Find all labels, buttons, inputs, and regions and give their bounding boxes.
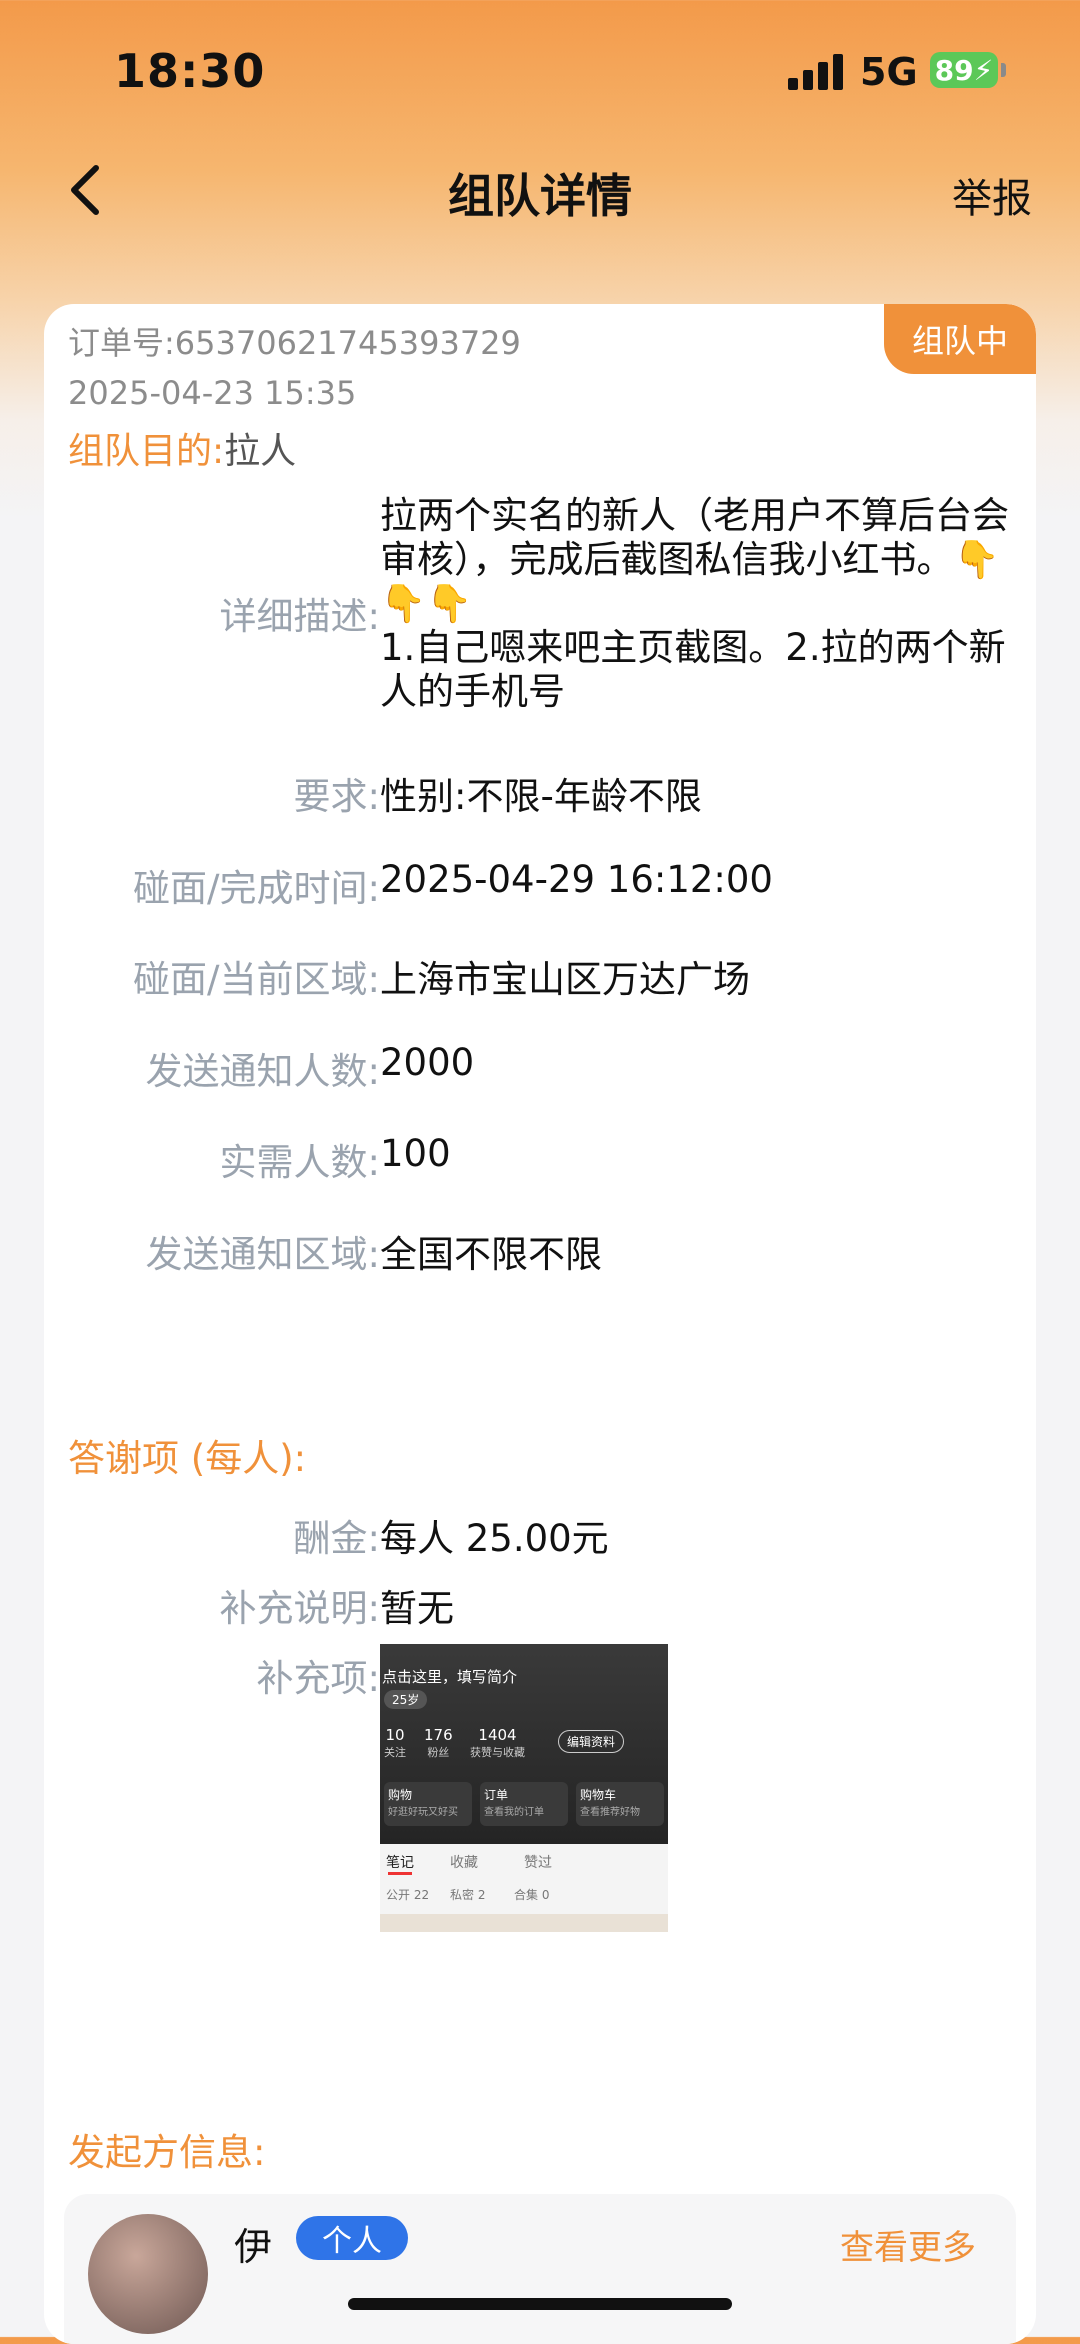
- thumbnail-note-strip: [380, 1914, 668, 1932]
- thumbnail-tab-3: 赞过: [524, 1855, 552, 1871]
- pay-value: 每人 25.00元: [380, 1517, 609, 1560]
- thumbnail-tab-2: 收藏: [450, 1855, 478, 1871]
- network-label: 5G: [860, 50, 918, 94]
- menu-title: 购物: [388, 1788, 413, 1802]
- purpose-line: 组队目的:拉人: [68, 422, 296, 474]
- thumbnail-tab-1: 笔记: [386, 1855, 414, 1871]
- created-time: 2025-04-23 15:35: [68, 374, 357, 412]
- description-label: 详细描述:: [219, 595, 380, 638]
- thumbnail-tab-underline: [388, 1872, 412, 1875]
- area-value: 上海市宝山区万达广场: [380, 958, 750, 1001]
- reward-section-title: 答谢项 (每人):: [68, 1437, 307, 1480]
- thumbnail-stat-3: 1404 获赞与收藏: [470, 1726, 525, 1760]
- status-time: 18:30: [114, 44, 266, 98]
- battery-tip: [1001, 63, 1006, 77]
- home-indicator[interactable]: [348, 2298, 732, 2310]
- initiator-name: 伊: [234, 2225, 273, 2269]
- page-title: 组队详情: [448, 169, 632, 223]
- thumbnail-menu-3: 购物车 查看推荐好物: [576, 1782, 664, 1826]
- note-label: 补充说明:: [219, 1587, 380, 1630]
- stat-num: 10: [385, 1726, 405, 1744]
- time-label: 碰面/完成时间:: [133, 867, 380, 910]
- thumbnail-filter-1: 公开 22: [386, 1888, 430, 1902]
- battery-level: 89: [934, 53, 974, 87]
- area-label: 碰面/当前区域:: [133, 958, 380, 1001]
- menu-sub: 查看推荐好物: [580, 1807, 640, 1818]
- stat-label: 获赞与收藏: [470, 1746, 525, 1759]
- notify-area-label: 发送通知区域:: [145, 1233, 380, 1276]
- initiator-section-title: 发起方信息:: [68, 2131, 266, 2174]
- notify-area-value: 全国不限不限: [380, 1233, 602, 1276]
- requirement-value: 性别:不限-年龄不限: [380, 775, 702, 818]
- thumbnail-menu-2: 订单 查看我的订单: [480, 1782, 568, 1826]
- stat-num: 1404: [478, 1726, 517, 1744]
- report-button[interactable]: 举报: [952, 166, 1032, 224]
- time-value: 2025-04-29 16:12:00: [380, 858, 773, 901]
- stat-num: 176: [424, 1726, 453, 1744]
- requirement-label: 要求:: [293, 775, 380, 818]
- menu-sub: 好逛好玩又好买: [388, 1807, 458, 1818]
- status-badge: 组队中: [884, 304, 1036, 374]
- description-line-1: 拉两个实名的新人（老用户不算后台会审核），完成后截图私信我小红书。👇👇👇: [380, 494, 1009, 625]
- avatar[interactable]: [88, 2214, 208, 2334]
- purpose-value: 拉人: [224, 431, 297, 472]
- order-number: 订单号:65370621745393729: [68, 324, 521, 362]
- thumbnail-notes-area: 笔记 收藏 赞过 公开 22 私密 2 合集 0: [380, 1844, 668, 1932]
- order-detail-card: 组队中 订单号:65370621745393729 2025-04-23 15:…: [44, 304, 1036, 2344]
- extra-label: 补充项:: [256, 1657, 380, 1700]
- view-more-link[interactable]: 查看更多: [840, 2220, 976, 2269]
- thumbnail-profile-area: 点击这里，填写简介 25岁 10 关注 176 粉丝 1404 获赞与收藏 编辑…: [380, 1644, 668, 1844]
- pay-label: 酬金:: [293, 1517, 380, 1560]
- extra-image-thumbnail[interactable]: 点击这里，填写简介 25岁 10 关注 176 粉丝 1404 获赞与收藏 编辑…: [380, 1644, 668, 1932]
- thumbnail-filter-3: 合集 0: [514, 1888, 550, 1902]
- thumbnail-age: 25岁: [384, 1690, 428, 1709]
- signal-icon: [788, 52, 848, 90]
- menu-title: 订单: [484, 1788, 509, 1802]
- thumbnail-edit-button: 编辑资料: [558, 1730, 625, 1753]
- description-text: 拉两个实名的新人（老用户不算后台会审核），完成后截图私信我小红书。👇👇👇 1.自…: [380, 494, 1020, 714]
- note-value: 暂无: [380, 1587, 454, 1630]
- thumbnail-stat-1: 10 关注: [384, 1726, 406, 1760]
- status-bar: 18:30 5G 89 ⚡: [0, 0, 1080, 140]
- thumbnail-intro: 点击这里，填写简介: [382, 1668, 518, 1686]
- notify-count-value: 2000: [380, 1041, 475, 1084]
- menu-title: 购物车: [580, 1788, 617, 1802]
- needed-value: 100: [380, 1132, 451, 1175]
- stat-label: 粉丝: [427, 1746, 450, 1759]
- description-line-2: 1.自己嗯来吧主页截图。2.拉的两个新人的手机号: [380, 626, 1006, 713]
- needed-label: 实需人数:: [219, 1141, 380, 1184]
- thumbnail-stat-2: 176 粉丝: [424, 1726, 453, 1760]
- initiator-card[interactable]: 伊 个人 查看更多: [64, 2194, 1016, 2344]
- thumbnail-menu-1: 购物 好逛好玩又好买: [384, 1782, 472, 1826]
- menu-sub: 查看我的订单: [484, 1807, 544, 1818]
- purpose-label: 组队目的:: [68, 431, 225, 472]
- thumbnail-filter-2: 私密 2: [450, 1888, 486, 1902]
- stat-label: 关注: [384, 1746, 406, 1759]
- battery-icon: 89 ⚡: [930, 52, 998, 88]
- notify-count-label: 发送通知人数:: [145, 1050, 380, 1093]
- nav-bar: 组队详情 举报: [0, 140, 1080, 240]
- initiator-type-badge: 个人: [296, 2216, 408, 2260]
